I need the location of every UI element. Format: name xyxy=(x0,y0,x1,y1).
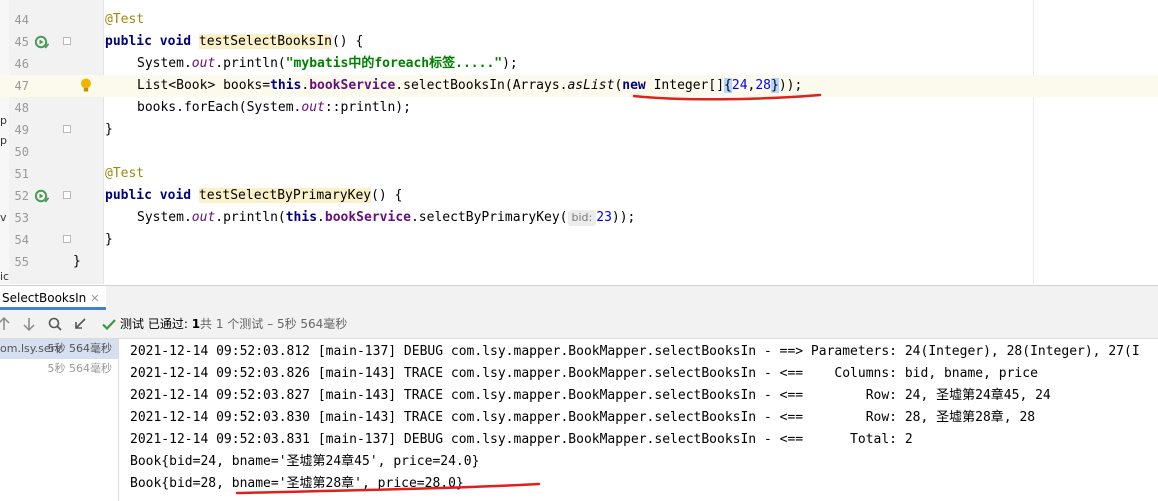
test-status: 测试 已通过: 1共 1 个测试 – 5秒 564毫秒 xyxy=(120,310,347,338)
arrow-up-icon[interactable] xyxy=(0,316,12,332)
run-tab-selectbooksin[interactable]: SelectBooksIn ✕ xyxy=(0,286,106,310)
status-detail: 共 1 个测试 – 5秒 564毫秒 xyxy=(200,317,348,331)
arrow-down-icon[interactable] xyxy=(21,316,37,332)
run-tab-label: SelectBooksIn xyxy=(2,291,87,305)
run-tab-bar: SelectBooksIn ✕ xyxy=(0,285,1158,311)
close-icon[interactable]: ✕ xyxy=(90,292,99,305)
tree-item[interactable]: om.lsy.serv 5秒 564毫秒 xyxy=(0,339,118,359)
search-icon[interactable] xyxy=(47,316,63,332)
red-underline-annotation xyxy=(632,93,822,101)
test-tree[interactable]: om.lsy.serv 5秒 564毫秒 5秒 564毫秒 xyxy=(0,339,119,501)
passed-check-icon xyxy=(102,319,116,331)
tree-item[interactable]: 5秒 564毫秒 xyxy=(0,359,118,379)
status-label: 测试 已通过: xyxy=(120,317,192,331)
red-underline-annotation xyxy=(235,482,541,495)
collapse-icon[interactable] xyxy=(72,316,88,332)
console-output[interactable]: 2021-12-14 09:52:03.812 [main-137] DEBUG… xyxy=(119,339,1158,501)
run-toolbar: 测试 已通过: 1共 1 个测试 – 5秒 564毫秒 xyxy=(0,310,1158,339)
status-passed-count: 1 xyxy=(191,317,201,331)
code-editor[interactable]: p p v ic 44 @Test 45 public void testSel… xyxy=(0,0,1158,284)
